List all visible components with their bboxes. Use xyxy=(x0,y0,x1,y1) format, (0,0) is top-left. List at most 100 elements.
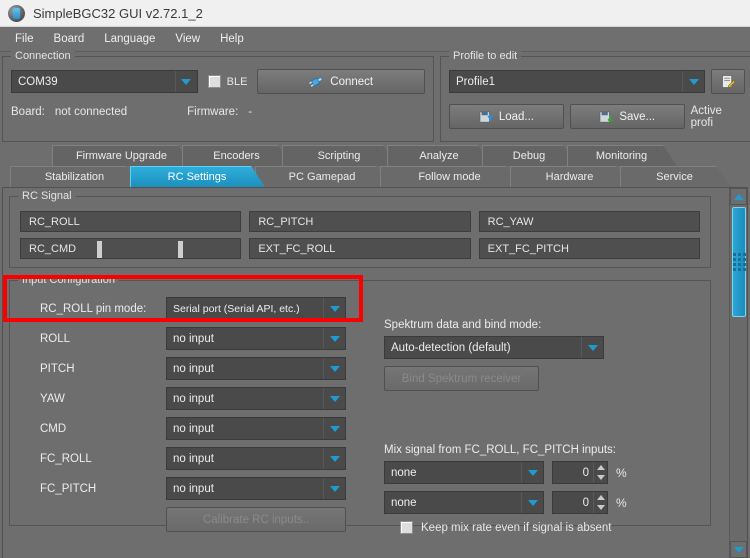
tab-debug[interactable]: Debug xyxy=(482,145,577,166)
window-titlebar: SimpleBGC32 GUI v2.72.1_2 xyxy=(0,0,750,27)
chevron-down-icon[interactable] xyxy=(323,478,345,499)
tab-pc-gamepad[interactable]: PC Gamepad xyxy=(255,166,390,187)
mix-source-value-1: none xyxy=(391,466,417,479)
channel-label-fc-roll: FC_ROLL xyxy=(40,452,92,465)
signal-bar-ext-fc-roll: EXT_FC_ROLL xyxy=(249,238,471,259)
mix-source-select-1[interactable]: none xyxy=(384,461,544,484)
tab-monitoring[interactable]: Monitoring xyxy=(567,145,677,166)
channel-select-pitch[interactable]: no input xyxy=(166,357,346,380)
scrollbar-thumb[interactable] xyxy=(732,207,746,317)
edit-profile-button[interactable] xyxy=(711,69,745,94)
com-port-value: COM39 xyxy=(18,75,58,88)
signal-label: RC_YAW xyxy=(487,215,534,228)
channel-value-yaw: no input xyxy=(173,392,214,405)
tab-encoders[interactable]: Encoders xyxy=(182,145,292,166)
keep-mix-rate-row[interactable]: Keep mix rate even if signal is absent xyxy=(400,521,702,534)
tab-scripting[interactable]: Scripting xyxy=(282,145,397,166)
top-panels: Connection COM39 BLE Connect Board: not … xyxy=(0,50,750,142)
rc-signal-group-title: RC Signal xyxy=(18,190,76,202)
signal-tick xyxy=(97,241,102,258)
chevron-down-icon[interactable] xyxy=(521,462,543,483)
spinner-up-icon[interactable] xyxy=(594,462,607,473)
chevron-down-icon[interactable] xyxy=(323,298,345,319)
chevron-down-icon[interactable] xyxy=(682,71,704,92)
ble-checkbox[interactable] xyxy=(207,75,221,88)
mix-rate-spinner-1[interactable]: 0 xyxy=(552,461,608,484)
connect-button[interactable]: Connect xyxy=(257,69,425,94)
tab-stabilization[interactable]: Stabilization xyxy=(10,166,140,187)
connect-button-label: Connect xyxy=(330,75,374,88)
menu-item-board[interactable]: Board xyxy=(45,30,94,48)
profile-select[interactable]: Profile1 xyxy=(449,70,705,93)
vertical-scrollbar[interactable] xyxy=(729,188,747,558)
chevron-down-icon[interactable] xyxy=(323,388,345,409)
pin-mode-select[interactable]: Serial port (Serial API, etc.) xyxy=(166,297,346,320)
input-configuration-group-title: Input Configuration xyxy=(18,274,119,286)
signal-label: RC_ROLL xyxy=(29,215,80,228)
calibrate-rc-inputs-button[interactable]: Calibrate RC inputs.. xyxy=(166,507,346,532)
save-profile-label: Save... xyxy=(619,110,656,123)
tab-service[interactable]: Service xyxy=(620,166,730,187)
tab-firmware-upgrade[interactable]: Firmware Upgrade xyxy=(52,145,192,166)
menu-item-view[interactable]: View xyxy=(166,30,209,48)
keep-mix-rate-checkbox[interactable] xyxy=(400,521,413,534)
signal-bar-rc-pitch: RC_PITCH xyxy=(249,211,471,232)
channel-select-yaw[interactable]: no input xyxy=(166,387,346,410)
tabbar: Firmware Upgrade Encoders Scripting Anal… xyxy=(0,142,750,187)
mix-rate-unit-1: % xyxy=(616,465,627,480)
channel-label-yaw: YAW xyxy=(40,392,65,405)
ble-checkbox-wrap[interactable]: BLE xyxy=(207,75,247,88)
mix-rate-value-1: 0 xyxy=(582,466,589,479)
menu-item-file[interactable]: File xyxy=(6,30,43,48)
signal-bar-ext-fc-pitch: EXT_FC_PITCH xyxy=(478,238,700,259)
load-profile-button[interactable]: Load... xyxy=(449,104,564,129)
chevron-down-icon[interactable] xyxy=(323,358,345,379)
chevron-down-icon[interactable] xyxy=(521,492,543,513)
spinner-down-icon[interactable] xyxy=(594,473,607,484)
profile-group-title: Profile to edit xyxy=(449,50,522,62)
connection-group-title: Connection xyxy=(11,50,75,62)
rc-signal-group: RC Signal RC_ROLL RC_PITCH RC_YAW RC_CMD… xyxy=(9,190,711,268)
signal-label: EXT_FC_ROLL xyxy=(258,242,336,255)
chevron-down-icon[interactable] xyxy=(323,328,345,349)
signal-label: RC_CMD xyxy=(29,242,77,255)
signal-bar-rc-cmd: RC_CMD xyxy=(20,238,242,259)
channel-row-pitch: PITCH no input xyxy=(18,357,374,380)
save-profile-button[interactable]: Save... xyxy=(569,104,685,129)
profile-group: Profile to edit Profile1 Load... Save...… xyxy=(440,50,750,142)
mix-row-1: none 0 % xyxy=(384,461,702,484)
tab-rc-settings[interactable]: RC Settings xyxy=(130,166,265,187)
scroll-up-button[interactable] xyxy=(730,188,747,205)
chevron-down-icon[interactable] xyxy=(323,418,345,439)
menu-item-language[interactable]: Language xyxy=(95,30,164,48)
scroll-down-button[interactable] xyxy=(730,541,747,558)
chevron-down-icon[interactable] xyxy=(174,71,197,92)
tab-follow-mode[interactable]: Follow mode xyxy=(380,166,520,187)
channel-value-cmd: no input xyxy=(173,422,214,435)
channel-select-fc-pitch[interactable]: no input xyxy=(166,477,346,500)
channel-label-pitch: PITCH xyxy=(40,362,75,375)
tab-hardware[interactable]: Hardware xyxy=(510,166,630,187)
bind-spektrum-receiver-button[interactable]: Bind Spektrum receiver xyxy=(384,366,539,391)
tab-analyze[interactable]: Analyze xyxy=(387,145,492,166)
channel-select-roll[interactable]: no input xyxy=(166,327,346,350)
spinner-down-icon[interactable] xyxy=(594,503,607,514)
channel-label-cmd: CMD xyxy=(40,422,67,435)
channel-select-cmd[interactable]: no input xyxy=(166,417,346,440)
menu-item-help[interactable]: Help xyxy=(211,30,253,48)
rc-settings-panel: RC Signal RC_ROLL RC_PITCH RC_YAW RC_CMD… xyxy=(2,187,748,558)
load-icon xyxy=(479,110,493,123)
scrollbar-grip-icon xyxy=(732,253,746,271)
pin-mode-row: RC_ROLL pin mode: Serial port (Serial AP… xyxy=(18,297,374,320)
chevron-down-icon[interactable] xyxy=(581,337,603,358)
com-port-select[interactable]: COM39 xyxy=(11,70,198,93)
channel-select-fc-roll[interactable]: no input xyxy=(166,447,346,470)
input-configuration-group: Input Configuration RC_ROLL pin mode: Se… xyxy=(9,274,711,534)
mix-rate-spinner-2[interactable]: 0 xyxy=(552,491,608,514)
chevron-down-icon[interactable] xyxy=(323,448,345,469)
board-value: not connected xyxy=(54,106,128,118)
mix-source-select-2[interactable]: none xyxy=(384,491,544,514)
spinner-up-icon[interactable] xyxy=(594,492,607,503)
spektrum-mode-select[interactable]: Auto-detection (default) xyxy=(384,336,604,359)
channel-label-fc-pitch: FC_PITCH xyxy=(40,482,97,495)
